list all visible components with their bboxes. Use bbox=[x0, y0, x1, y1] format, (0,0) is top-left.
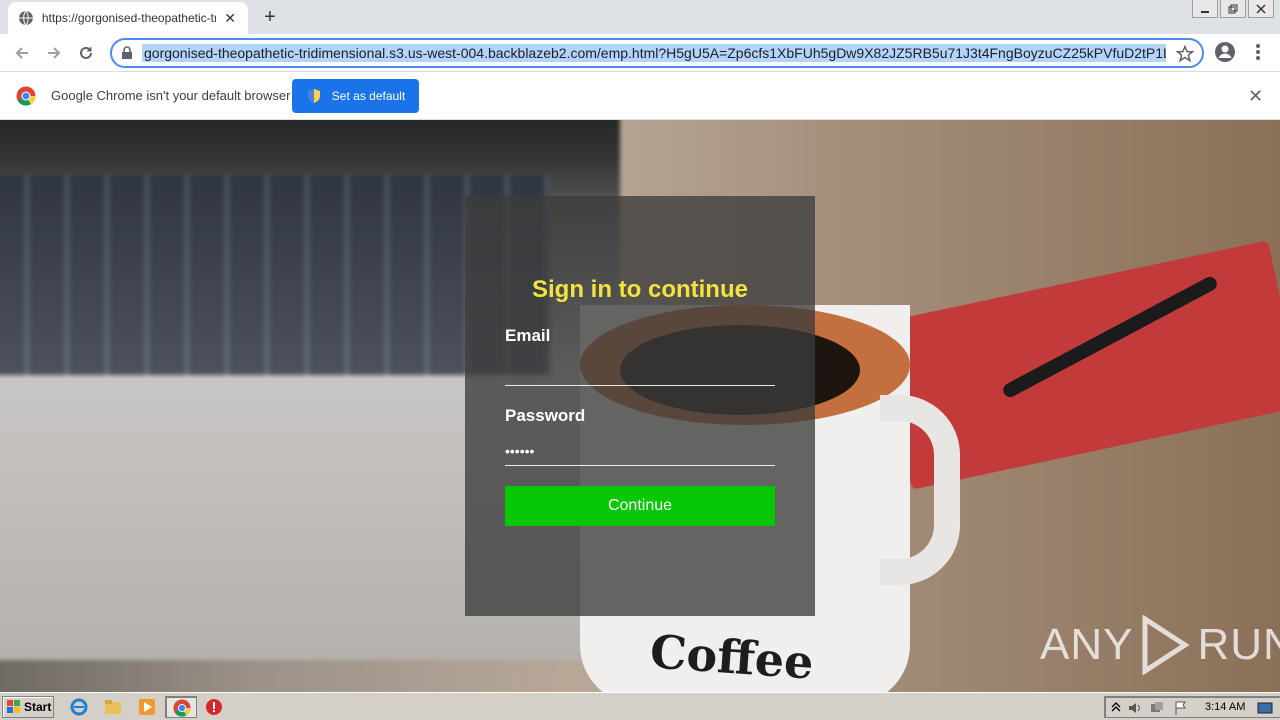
infobar-close-icon[interactable]: ✕ bbox=[1248, 86, 1263, 107]
network-icon[interactable] bbox=[1149, 700, 1165, 716]
reload-icon bbox=[80, 46, 92, 59]
start-button[interactable]: Start bbox=[2, 696, 54, 718]
arrow-left-icon bbox=[15, 47, 28, 59]
tab-strip: https://gorgonised-theopathetic-tric ✕ + bbox=[0, 0, 1280, 34]
window-close-button[interactable] bbox=[1248, 0, 1274, 18]
speaker-icon[interactable] bbox=[1127, 700, 1143, 716]
browser-toolbar: gorgonised-theopathetic-tridimensional.s… bbox=[0, 34, 1280, 72]
tab-close-icon[interactable]: ✕ bbox=[222, 10, 238, 27]
system-tray: 3:14 AM bbox=[1104, 696, 1280, 718]
minimize-icon bbox=[1201, 10, 1209, 13]
mug-handle bbox=[880, 395, 960, 585]
show-desktop-icon[interactable] bbox=[1257, 700, 1273, 716]
internet-explorer-icon[interactable] bbox=[70, 698, 88, 716]
minimize-button[interactable] bbox=[1192, 0, 1218, 18]
anyrun-watermark: ANY RUN bbox=[1040, 615, 1280, 675]
stop-icon[interactable] bbox=[205, 698, 223, 716]
flag-icon[interactable] bbox=[1173, 700, 1189, 716]
shield-icon bbox=[307, 89, 320, 103]
chrome-logo-icon bbox=[16, 86, 36, 106]
login-panel: Sign in to continue Email Password Conti… bbox=[465, 196, 815, 616]
default-browser-infobar: Google Chrome isn't your default browser… bbox=[0, 72, 1280, 120]
profile-icon[interactable] bbox=[1214, 41, 1236, 63]
new-tab-button[interactable]: + bbox=[258, 6, 282, 30]
play-icon bbox=[1142, 615, 1191, 675]
password-field[interactable] bbox=[505, 436, 775, 466]
restore-button[interactable] bbox=[1220, 0, 1246, 18]
address-bar[interactable]: gorgonised-theopathetic-tridimensional.s… bbox=[110, 38, 1204, 68]
arrow-right-icon bbox=[48, 47, 61, 59]
page-content: Coffee Sign in to continue Email Passwor… bbox=[0, 120, 1280, 692]
back-button[interactable] bbox=[10, 41, 34, 65]
window-controls bbox=[1190, 0, 1274, 18]
tab-title: https://gorgonised-theopathetic-tric bbox=[41, 11, 217, 25]
address-url: gorgonised-theopathetic-tridimensional.s… bbox=[142, 44, 1166, 62]
set-as-default-label: Set as default bbox=[331, 89, 406, 103]
taskbar: Start 3:14 AM bbox=[0, 692, 1280, 720]
set-as-default-button[interactable]: Set as default bbox=[292, 79, 419, 113]
reload-button[interactable] bbox=[74, 41, 98, 65]
close-icon bbox=[1256, 3, 1266, 14]
login-heading: Sign in to continue bbox=[532, 276, 748, 303]
lock-icon bbox=[122, 46, 132, 59]
globe-icon bbox=[18, 10, 33, 26]
infobar-message: Google Chrome isn't your default browser bbox=[51, 88, 291, 103]
password-label: Password bbox=[505, 406, 586, 425]
watermark-left-text: ANY bbox=[1040, 620, 1134, 669]
continue-button[interactable]: Continue bbox=[505, 486, 775, 526]
windows-flag-icon bbox=[7, 700, 20, 713]
mug-text: Coffee bbox=[648, 624, 816, 690]
forward-button[interactable] bbox=[42, 41, 66, 65]
email-label: Email bbox=[505, 326, 551, 345]
folder-icon[interactable] bbox=[104, 698, 122, 716]
chevron-up-icon[interactable] bbox=[1111, 701, 1121, 713]
taskbar-chrome-button[interactable] bbox=[165, 696, 197, 718]
browser-tab[interactable]: https://gorgonised-theopathetic-tric ✕ bbox=[8, 2, 248, 34]
menu-icon[interactable] bbox=[1250, 42, 1266, 62]
star-icon[interactable] bbox=[1176, 45, 1194, 63]
chrome-icon bbox=[173, 699, 191, 717]
clock: 3:14 AM bbox=[1205, 701, 1246, 713]
email-field[interactable] bbox=[505, 356, 775, 386]
media-player-icon[interactable] bbox=[138, 698, 156, 716]
start-label: Start bbox=[24, 700, 52, 714]
watermark-right-text: RUN bbox=[1197, 620, 1280, 669]
restore-icon bbox=[1228, 4, 1238, 13]
